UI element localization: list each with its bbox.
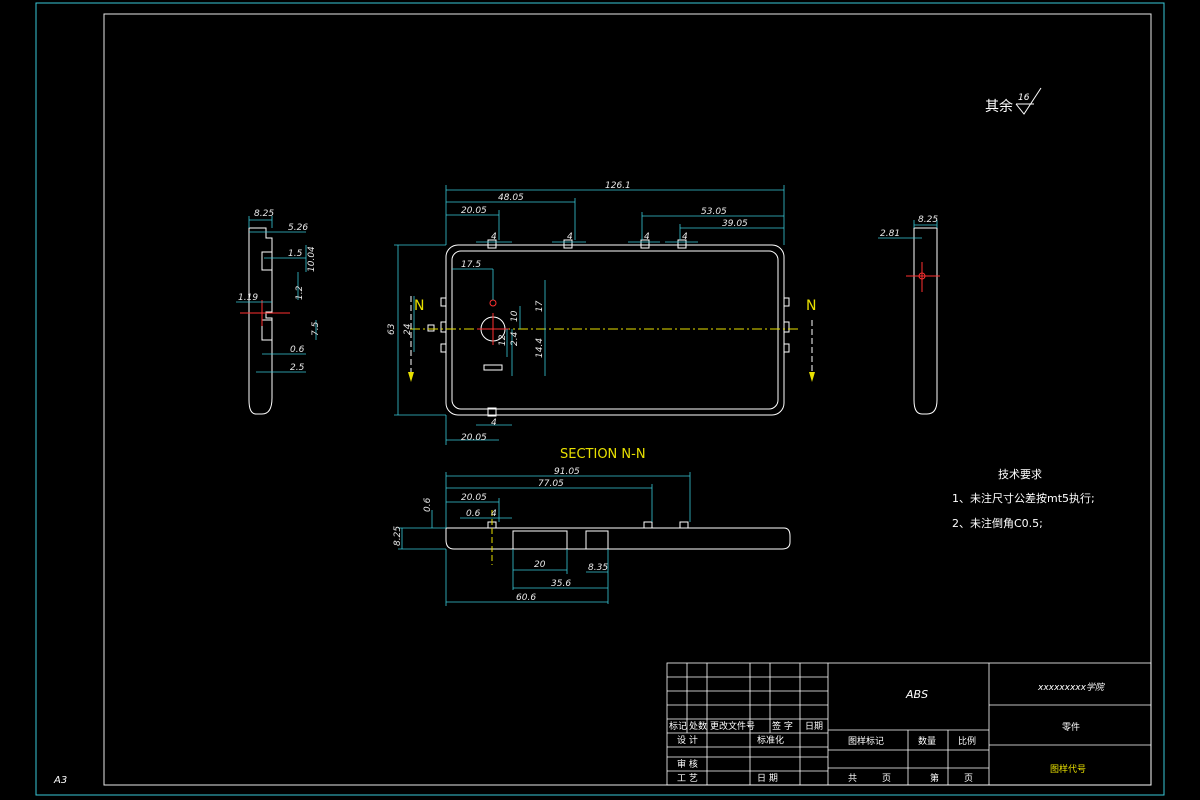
tb-scale: 比例 <box>958 735 976 747</box>
dim-sec-35-6: 35.6 <box>551 579 571 589</box>
dim-overall-length: 126.1 <box>605 181 631 191</box>
dim-63: 63 <box>387 323 397 335</box>
dim-24: 24 <box>403 323 413 335</box>
tb-drawing-no: 图样代号 <box>1050 763 1086 775</box>
left-side-view <box>248 227 273 415</box>
tb-total: 共 <box>848 773 857 784</box>
outer-border <box>35 2 1165 796</box>
tb-stage-mark: 图样标记 <box>848 735 884 747</box>
section-dimension-texts: 91.05 77.05 20.05 0.6 0.6 4 8.25 20 35.6… <box>393 467 608 603</box>
dim-17: 17 <box>535 300 545 312</box>
dim-2-4: 2.4 <box>510 331 520 346</box>
dim-tab-1: 4 <box>491 232 497 242</box>
sheet-size-label: A3 <box>53 775 67 786</box>
dim-left-7-5: 7.5 <box>311 321 321 336</box>
dim-sec-20: 20 <box>534 560 546 570</box>
dim-sec-8-35: 8.35 <box>588 563 608 573</box>
dim-sec-4: 4 <box>491 509 497 519</box>
tb-material: ABS <box>905 688 928 701</box>
dim-53-05: 53.05 <box>701 207 727 217</box>
dim-tab-2: 4 <box>567 232 573 242</box>
section-dimension-lines <box>398 472 691 606</box>
section-title: SECTION N-N <box>560 447 646 462</box>
dim-sec-60-6: 60.6 <box>516 593 536 603</box>
dim-left-1-5: 1.5 <box>288 249 303 259</box>
inner-border <box>103 13 1152 786</box>
dim-sec-77-05: 77.05 <box>538 479 564 489</box>
tb-header-date: 日期 <box>805 721 823 732</box>
dim-left-1-19: 1.19 <box>238 293 258 303</box>
dim-39-05: 39.05 <box>722 219 748 229</box>
note-item-1: 1、未注尺寸公差按mt5执行; <box>952 491 1095 505</box>
surface-finish-value: 16 <box>1018 93 1030 103</box>
tb-row-date: 日 期 <box>757 773 778 784</box>
dim-left-5-26: 5.26 <box>288 223 308 233</box>
tb-page-2: 页 <box>964 773 973 784</box>
dim-sec-0-6-vert: 0.6 <box>423 497 433 512</box>
tb-header-mark: 标记 <box>669 720 687 732</box>
tb-page-1: 页 <box>882 773 891 784</box>
dim-tab-3: 4 <box>644 232 650 242</box>
dim-tab-4: 4 <box>682 232 688 242</box>
left-dimension-texts: 8.25 5.26 1.5 10.04 1.2 1.19 7.5 0.6 2.5 <box>238 209 321 373</box>
dim-left-1-2: 1.2 <box>295 285 305 300</box>
dim-right-8-25: 8.25 <box>918 215 938 225</box>
dim-14-4: 14.4 <box>535 338 545 358</box>
section-marker-right: N <box>806 298 816 314</box>
dim-sec-8-25: 8.25 <box>393 526 403 546</box>
dim-sec-0-6: 0.6 <box>466 509 481 519</box>
tb-row-process: 工 艺 <box>677 773 698 784</box>
tb-part-name: 零件 <box>1062 721 1080 733</box>
tb-header-docno: 更改文件号 <box>710 720 755 732</box>
dim-sec-20-05: 20.05 <box>461 493 487 503</box>
tb-row-design: 设 计 <box>677 734 698 746</box>
dim-left-8-25: 8.25 <box>254 209 274 219</box>
dim-12: 12 <box>498 334 508 346</box>
dim-20-05-bottom: 20.05 <box>461 433 487 443</box>
tb-row-review: 审 核 <box>677 758 698 770</box>
dim-left-0-6: 0.6 <box>290 345 305 355</box>
dim-left-10-04: 10.04 <box>307 246 317 272</box>
dim-tab-bottom: 4 <box>491 418 497 428</box>
front-dimension-texts: 126.1 48.05 20.05 53.05 39.05 4 4 4 4 17… <box>387 181 748 443</box>
front-view <box>427 239 790 417</box>
dim-left-2-5: 2.5 <box>290 363 305 373</box>
section-marker-left: N <box>414 298 424 314</box>
dim-sec-91-05: 91.05 <box>554 467 580 477</box>
right-side-view <box>913 227 938 415</box>
tb-header-sign: 签 字 <box>772 720 793 732</box>
dim-17-5: 17.5 <box>461 260 481 270</box>
dim-right-2-81: 2.81 <box>880 229 900 239</box>
dim-10: 10 <box>510 310 520 322</box>
notes-title: 技术要求 <box>998 468 1042 481</box>
tb-header-count: 处数 <box>689 720 707 732</box>
left-view-cross <box>240 300 290 326</box>
surface-finish-label: 其余 <box>985 98 1013 115</box>
tb-sheet-no: 第 <box>930 772 939 784</box>
note-item-2: 2、未注倒角C0.5; <box>952 516 1043 530</box>
tb-quantity: 数量 <box>918 735 936 747</box>
dim-48-05: 48.05 <box>498 193 524 203</box>
dim-20-05-top: 20.05 <box>461 206 487 216</box>
section-view <box>445 521 791 550</box>
cad-drawing-sheet: A3 其余 16 N N 126.1 48.05 20.05 53.05 39.… <box>35 2 1165 796</box>
right-view-cross <box>906 262 940 292</box>
section-arrows <box>408 296 815 382</box>
tb-school: xxxxxxxxx学院 <box>1037 682 1106 693</box>
tb-row-standard: 标准化 <box>757 734 784 746</box>
